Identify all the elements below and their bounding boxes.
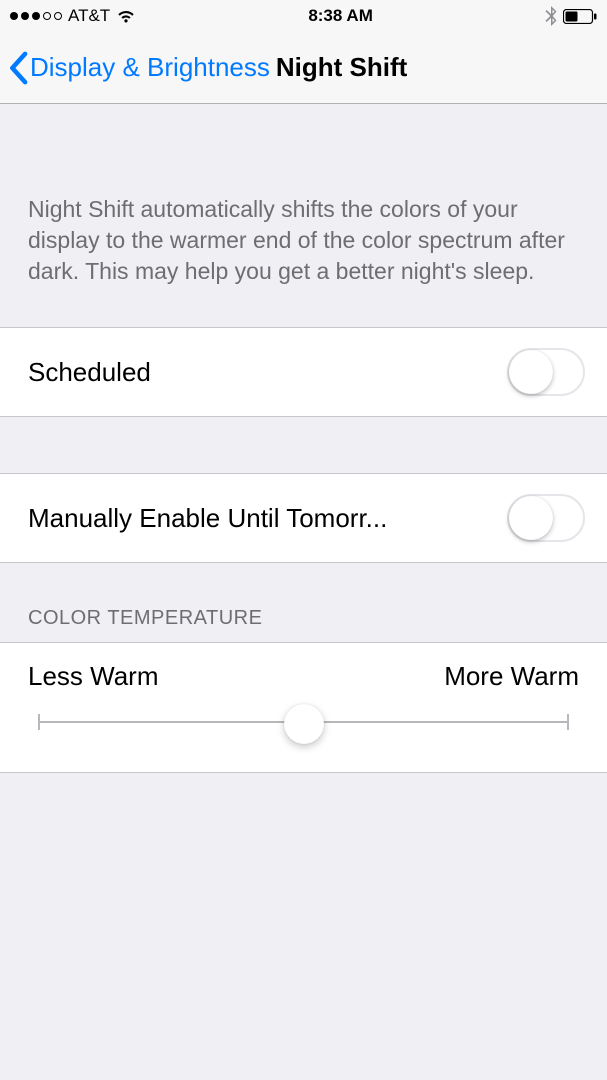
status-time: 8:38 AM: [308, 6, 373, 26]
nav-bar: Display & Brightness Night Shift: [0, 32, 607, 104]
manual-enable-row[interactable]: Manually Enable Until Tomorr...: [0, 473, 607, 563]
page-title: Night Shift: [276, 52, 407, 83]
spacer: [0, 417, 607, 473]
color-temperature-slider[interactable]: [38, 702, 569, 742]
color-temperature-header: COLOR TEMPERATURE: [0, 563, 607, 642]
signal-strength-icon: [10, 12, 62, 20]
battery-icon: [563, 9, 597, 24]
status-right: [545, 6, 597, 26]
carrier-label: AT&T: [68, 6, 110, 26]
scheduled-label: Scheduled: [28, 357, 507, 388]
back-button[interactable]: Display & Brightness: [8, 51, 270, 85]
scheduled-row[interactable]: Scheduled: [0, 327, 607, 417]
slider-labels: Less Warm More Warm: [28, 661, 579, 692]
manual-enable-switch[interactable]: [507, 494, 585, 542]
status-bar: AT&T 8:38 AM: [0, 0, 607, 32]
less-warm-label: Less Warm: [28, 661, 159, 692]
chevron-left-icon: [8, 51, 28, 85]
slider-tick-right: [567, 714, 569, 730]
night-shift-description: Night Shift automatically shifts the col…: [0, 104, 607, 327]
bluetooth-icon: [545, 6, 557, 26]
switch-knob: [509, 350, 553, 394]
back-label: Display & Brightness: [30, 52, 270, 83]
wifi-icon: [116, 9, 136, 24]
color-temperature-cell: Less Warm More Warm: [0, 642, 607, 773]
scheduled-switch[interactable]: [507, 348, 585, 396]
switch-knob: [509, 496, 553, 540]
slider-tick-left: [38, 714, 40, 730]
status-left: AT&T: [10, 6, 136, 26]
manual-enable-label: Manually Enable Until Tomorr...: [28, 503, 507, 534]
more-warm-label: More Warm: [444, 661, 579, 692]
slider-thumb[interactable]: [284, 704, 324, 744]
